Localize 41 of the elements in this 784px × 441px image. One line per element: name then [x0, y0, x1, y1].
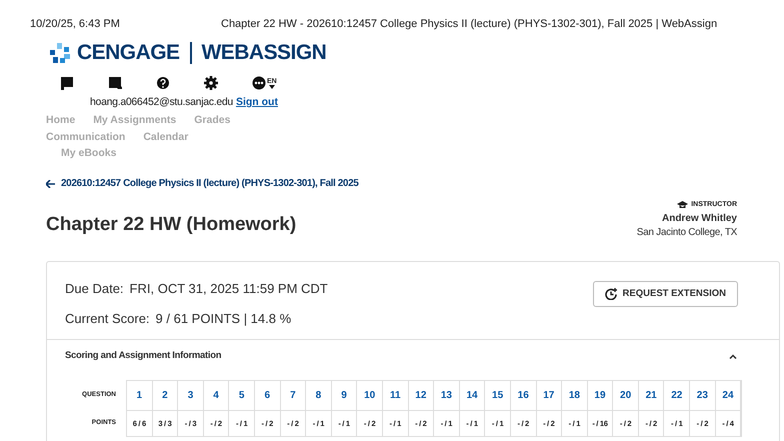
question-link[interactable]: 21 [638, 381, 664, 411]
question-link[interactable]: 8 [306, 381, 331, 411]
question-link[interactable]: 4 [204, 381, 228, 411]
page-title: Chapter 22 HW (Homework) [46, 212, 296, 236]
print-title: Chapter 22 HW - 202610:12457 College Physics II (lecture) (PHYS-1302-301), Fall 2025 | WebAssign [221, 16, 718, 32]
question-link[interactable]: 23 [690, 381, 715, 411]
question-link[interactable]: 19 [588, 381, 612, 411]
question-link[interactable]: 10 [357, 381, 382, 411]
question-link[interactable]: 24 [716, 381, 740, 411]
due-date-value: FRI, OCT 31, 2025 11:59 PM CDT [130, 280, 328, 298]
user-email: hoang.a066452@stu.sanjac.edu [90, 95, 233, 110]
instructor-school: San Jacinto College, TX [636, 226, 737, 240]
question-link[interactable]: 12 [408, 381, 434, 411]
question-link[interactable]: 22 [664, 381, 690, 411]
section-title: Scoring and Assignment Information [65, 348, 222, 363]
question-link[interactable]: 13 [434, 381, 459, 411]
question-link[interactable]: 11 [382, 381, 408, 411]
due-date-label: Due Date: [65, 280, 124, 298]
question-link[interactable]: 5 [229, 381, 254, 411]
brand-name: CENGAGE [77, 40, 180, 66]
question-link[interactable]: 1 [127, 381, 152, 411]
course-link[interactable]: 202610:12457 College Physics II (lecture) (PHYS-1302-301), Fall 2025 [61, 176, 358, 191]
question-link[interactable]: 20 [613, 381, 638, 411]
question-link[interactable]: 17 [536, 381, 562, 411]
question-link[interactable]: 15 [485, 381, 510, 411]
instructor-name: Andrew Whitley [662, 212, 737, 226]
score-label: Current Score: [65, 310, 150, 328]
question-link[interactable]: 14 [460, 381, 484, 411]
print-date: 10/20/25, 6:43 PM [30, 16, 121, 32]
request-extension-button[interactable]: REQUEST EXTENSION [592, 281, 738, 307]
question-link[interactable]: 18 [562, 381, 587, 411]
question-link[interactable]: 9 [332, 381, 356, 411]
question-link[interactable]: 3 [178, 381, 203, 411]
question-link[interactable]: 2 [152, 381, 178, 411]
question-link[interactable]: 16 [510, 381, 536, 411]
score-value: 9 / 61 POINTS | 14.8 % [156, 310, 292, 328]
question-link[interactable]: 6 [254, 381, 280, 411]
sign-out-link[interactable]: Sign out [236, 95, 278, 111]
question-link[interactable]: 7 [280, 381, 306, 411]
product-name: WEBASSIGN [202, 40, 326, 66]
section-toggle[interactable]: Scoring and Assignment Information [47, 340, 779, 372]
